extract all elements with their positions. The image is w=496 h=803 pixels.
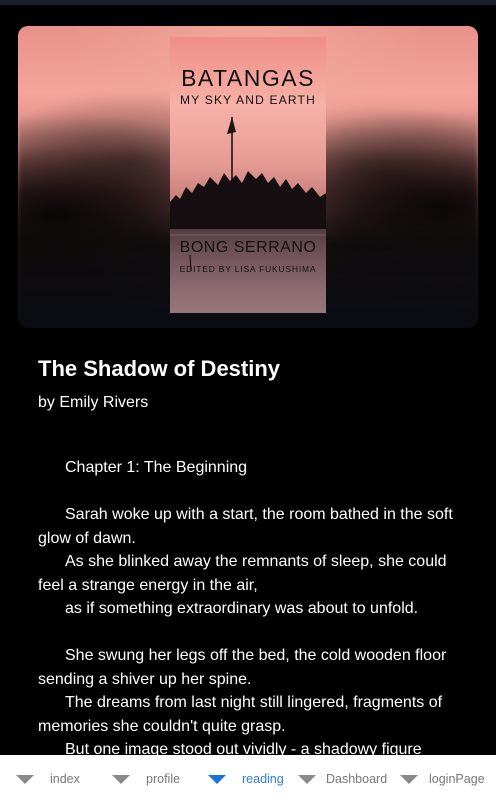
nav-item-reading[interactable]: reading	[208, 755, 284, 803]
paragraph-text: As she blinked away the remnants of slee…	[38, 553, 447, 594]
nav-label: reading	[242, 772, 284, 786]
paragraph-line: as if something extraordinary was about …	[65, 600, 419, 617]
book-cover: BATANGAS MY SKY AND EARTH BONG SERRANO E…	[170, 37, 326, 313]
cover-title: BATANGAS	[181, 65, 315, 91]
reading-text: Chapter 1: The Beginning Sarah woke up w…	[38, 456, 468, 762]
caret-down-icon	[16, 774, 34, 784]
paragraph-line: Sarah woke up with a start, the room bat…	[38, 503, 468, 550]
nav-label: index	[50, 772, 80, 786]
nav-label: profile	[146, 772, 181, 786]
top-bar	[0, 0, 496, 5]
nav-item-loginpage[interactable]: loginPage	[400, 755, 485, 803]
bottom-navigation: index profile reading Dashboard loginPag…	[0, 755, 496, 803]
nav-label: Dashboard	[326, 772, 388, 786]
paragraph-text: Sarah woke up with a start, the room bat…	[38, 506, 453, 547]
book-author: by Emily Rivers	[38, 394, 149, 411]
chapter-heading: Chapter 1: The Beginning	[65, 459, 248, 476]
caret-down-icon	[112, 774, 130, 784]
book-title: The Shadow of Destiny	[38, 356, 281, 381]
cover-subtitle: MY SKY AND EARTH	[180, 93, 316, 107]
paragraph-text: The dreams from last night still lingere…	[38, 694, 443, 735]
paragraph-line: As she blinked away the remnants of slee…	[38, 550, 468, 597]
paragraph-line: The dreams from last night still lingere…	[38, 691, 468, 738]
cover-editor: EDITED BY LISA FUKUSHIMA	[179, 264, 317, 274]
paragraph-line: She swung her legs off the bed, the cold…	[38, 644, 468, 691]
paragraph-text: She swung her legs off the bed, the cold…	[38, 647, 447, 688]
caret-down-icon	[208, 774, 226, 784]
caret-down-icon	[400, 774, 418, 784]
nav-item-dashboard[interactable]: Dashboard	[298, 755, 387, 803]
nav-item-index[interactable]: index	[16, 755, 80, 803]
nav-item-profile[interactable]: profile	[112, 755, 180, 803]
cover-author: BONG SERRANO	[179, 239, 317, 256]
caret-down-icon	[298, 774, 316, 784]
nav-label: loginPage	[429, 772, 485, 786]
